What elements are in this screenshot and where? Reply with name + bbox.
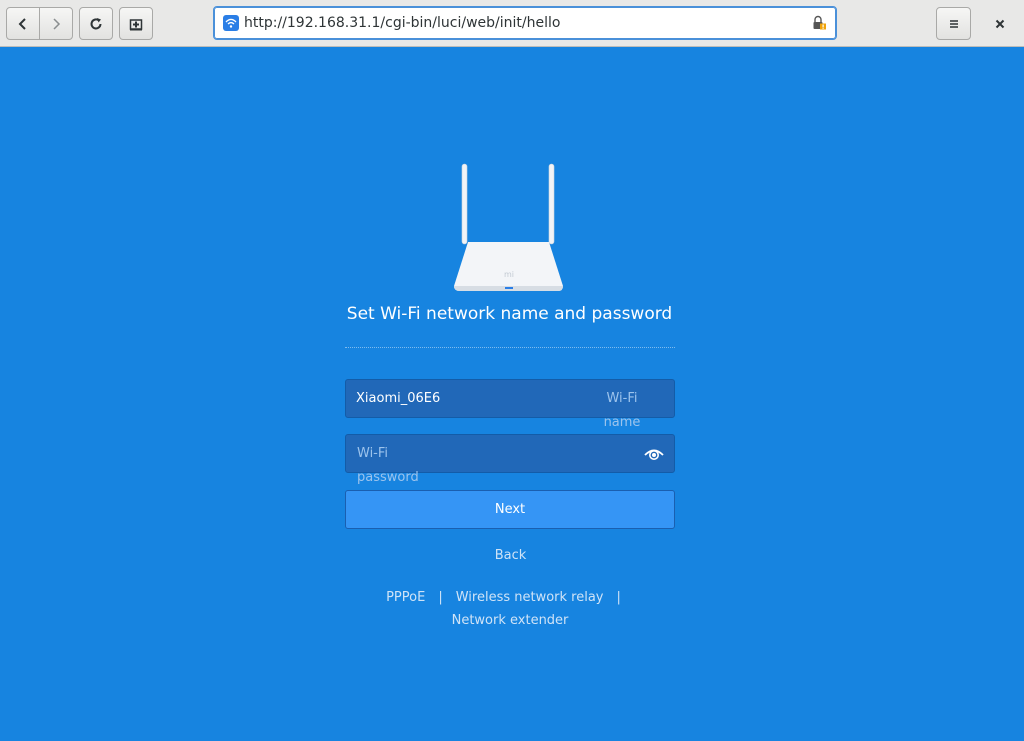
chevron-right-icon — [53, 17, 61, 30]
new-tab-button[interactable] — [119, 7, 153, 40]
wifi-icon — [223, 15, 239, 31]
back-button[interactable] — [6, 7, 40, 40]
link-separator: | — [438, 590, 443, 605]
forward-button[interactable] — [39, 7, 73, 40]
reload-icon — [90, 17, 102, 29]
hamburger-icon — [949, 19, 958, 28]
reload-button[interactable] — [79, 7, 113, 40]
wireless-relay-link[interactable]: Wireless network relay — [456, 590, 604, 605]
wifi-name-input[interactable]: Xiaomi_06E6 Wi-Fi name — [345, 379, 675, 430]
wifi-name-placeholder: Wi-Fi name — [603, 391, 641, 430]
wifi-password-input[interactable]: Wi-Fi password — [345, 434, 675, 485]
router-logo: mi — [504, 270, 514, 279]
wifi-name-value: Xiaomi_06E6 — [356, 391, 441, 406]
close-icon — [995, 19, 1005, 28]
link-separator: | — [616, 590, 621, 605]
eye-icon[interactable] — [644, 447, 664, 461]
router-illustration: mi — [454, 163, 563, 291]
setup-mode-links: PPPoE | Wireless network relay | Network ex… — [370, 586, 650, 632]
insecure-lock-icon[interactable] — [811, 15, 827, 31]
wifi-password-placeholder: Wi-Fi password — [357, 446, 419, 485]
divider — [345, 347, 675, 348]
close-button[interactable] — [983, 7, 1017, 40]
page-title: Set Wi-Fi network name and password — [346, 304, 673, 324]
address-text: http://192.168.31.1/cgi-bin/luci/web/ini… — [244, 15, 561, 31]
browser-toolbar: http://192.168.31.1/cgi-bin/luci/web/ini… — [0, 0, 1024, 47]
next-button[interactable]: Next — [345, 490, 675, 529]
network-extender-link[interactable]: Network extender — [452, 613, 569, 628]
new-tab-icon — [129, 18, 143, 30]
pppoe-link[interactable]: PPPoE — [386, 590, 425, 605]
back-link[interactable]: Back — [0, 548, 1021, 563]
address-bar[interactable]: http://192.168.31.1/cgi-bin/luci/web/ini… — [213, 6, 837, 40]
menu-button[interactable] — [936, 7, 971, 40]
chevron-left-icon — [18, 17, 26, 30]
